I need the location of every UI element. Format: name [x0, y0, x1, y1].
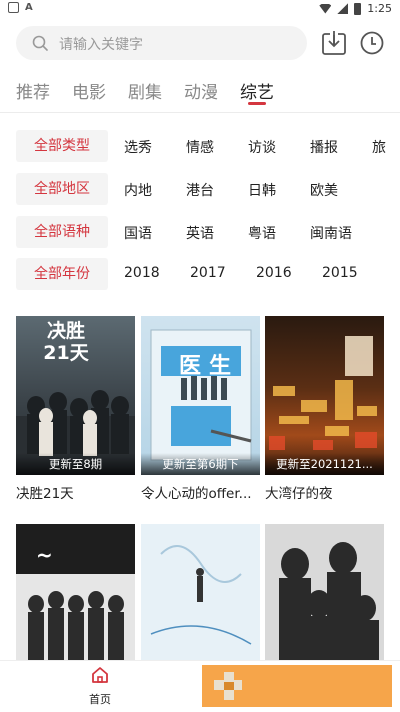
battery-icon: [354, 2, 362, 15]
notification-a-icon: A: [25, 2, 33, 13]
show-poster[interactable]: 医生 更新至第6期下: [141, 316, 260, 475]
poster-art: [141, 524, 260, 660]
filter-option[interactable]: 日韩: [248, 180, 276, 200]
home-label: 首页: [89, 693, 111, 706]
filter-option[interactable]: 2016: [256, 265, 292, 281]
status-time: 1:25: [367, 2, 392, 15]
update-badge: 更新至8期: [16, 453, 135, 475]
filter-option[interactable]: 闽南语: [310, 223, 352, 243]
filter-option[interactable]: 2017: [190, 265, 226, 281]
poster-art: [265, 524, 384, 660]
nav-home[interactable]: 首页: [82, 665, 118, 707]
wifi-icon: [319, 3, 332, 14]
show-card[interactable]: [265, 524, 384, 660]
poster-art: [269, 336, 377, 450]
svg-text:~: ~: [36, 543, 53, 567]
filter-option[interactable]: 选秀: [124, 137, 152, 157]
show-poster[interactable]: [141, 524, 260, 660]
filter-option[interactable]: 港台: [186, 180, 214, 200]
show-card[interactable]: [141, 524, 260, 660]
show-poster[interactable]: 决胜 21天 更新至8期: [16, 316, 135, 475]
filter-option[interactable]: 情感: [186, 137, 214, 157]
filter-option[interactable]: 欧美: [310, 180, 338, 200]
active-tab-indicator: [248, 102, 266, 105]
filter-option[interactable]: 粤语: [248, 223, 276, 243]
search-input[interactable]: 请输入关键字: [16, 26, 307, 60]
divider: [0, 112, 400, 113]
filter-row-language: 全部语种 国语 英语 粤语 闽南语: [0, 216, 400, 248]
show-card[interactable]: 医生 更新至第6期下 令人心动的offer...: [141, 316, 260, 502]
category-tabs: 推荐 电影 剧集 动漫 综艺: [0, 70, 400, 110]
update-badge: 更新至2021121...: [265, 453, 384, 475]
filter-option[interactable]: 内地: [124, 180, 152, 200]
show-poster[interactable]: ~: [16, 524, 135, 660]
ad-logo-icon: [214, 672, 242, 700]
home-icon: [92, 667, 108, 683]
tab-anime[interactable]: 动漫: [184, 78, 218, 103]
update-badge: 更新至第6期下: [141, 453, 260, 475]
filter-type-all[interactable]: 全部类型: [16, 130, 108, 162]
tab-recommend[interactable]: 推荐: [16, 78, 50, 103]
tab-movie[interactable]: 电影: [72, 78, 106, 103]
filter-region-all[interactable]: 全部地区: [16, 173, 108, 205]
show-poster[interactable]: [265, 524, 384, 660]
poster-art: [150, 329, 252, 461]
show-card[interactable]: 决胜 21天 更新至8期 决胜21天: [16, 316, 135, 502]
filter-option[interactable]: 2018: [124, 265, 160, 281]
filter-year-all[interactable]: 全部年份: [16, 258, 108, 290]
show-title[interactable]: 决胜21天: [16, 482, 135, 502]
filter-option[interactable]: 访谈: [248, 137, 276, 157]
show-card[interactable]: ~: [16, 524, 135, 660]
history-icon[interactable]: [358, 29, 386, 57]
download-icon[interactable]: [320, 29, 348, 57]
filter-row-year: 全部年份 2018 2017 2016 2015: [0, 258, 400, 290]
filter-option[interactable]: 播报: [310, 137, 338, 157]
search-placeholder: 请输入关键字: [59, 37, 143, 53]
signal-icon: [337, 3, 349, 14]
filter-language-all[interactable]: 全部语种: [16, 216, 108, 248]
filter-option[interactable]: 旅: [372, 137, 386, 157]
ad-banner[interactable]: [202, 665, 392, 707]
filter-row-region: 全部地区 内地 港台 日韩 欧美: [0, 173, 400, 205]
poster-art: ~: [16, 524, 135, 660]
notification-icon: [8, 2, 19, 13]
tab-series[interactable]: 剧集: [128, 78, 162, 103]
poster-logo: 决胜 21天: [43, 320, 89, 364]
filter-option[interactable]: 国语: [124, 223, 152, 243]
filter-option[interactable]: 2015: [322, 265, 358, 281]
tab-variety[interactable]: 综艺: [240, 78, 274, 103]
show-poster[interactable]: 更新至2021121...: [265, 316, 384, 475]
show-title[interactable]: 令人心动的offer...: [141, 482, 260, 502]
show-title[interactable]: 大湾仔的夜: [265, 482, 384, 502]
search-icon: [32, 35, 48, 51]
show-card[interactable]: 更新至2021121... 大湾仔的夜: [265, 316, 384, 502]
status-bar: A 1:25: [0, 0, 400, 18]
filter-row-type: 全部类型 选秀 情感 访谈 播报 旅: [0, 130, 400, 162]
poster-logo: 医生: [179, 354, 240, 379]
filter-option[interactable]: 英语: [186, 223, 214, 243]
